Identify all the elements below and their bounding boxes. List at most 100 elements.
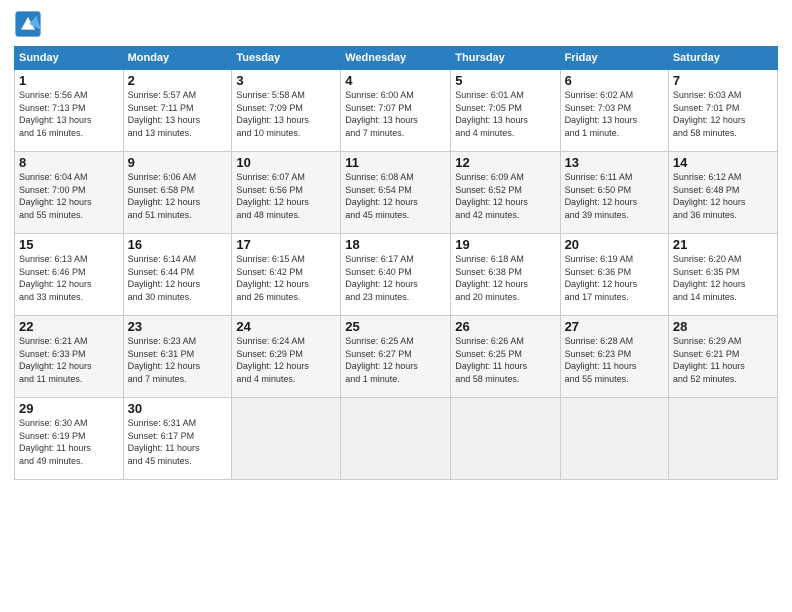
day-info: Sunrise: 6:02 AM Sunset: 7:03 PM Dayligh…: [565, 89, 664, 139]
day-number: 16: [128, 237, 228, 252]
day-number: 6: [565, 73, 664, 88]
day-number: 4: [345, 73, 446, 88]
day-cell: 4Sunrise: 6:00 AM Sunset: 7:07 PM Daylig…: [341, 70, 451, 152]
day-cell: 24Sunrise: 6:24 AM Sunset: 6:29 PM Dayli…: [232, 316, 341, 398]
day-cell: [560, 398, 668, 480]
col-header-sunday: Sunday: [15, 47, 124, 70]
page-container: SundayMondayTuesdayWednesdayThursdayFrid…: [0, 0, 792, 490]
day-number: 13: [565, 155, 664, 170]
day-cell: [341, 398, 451, 480]
day-cell: 30Sunrise: 6:31 AM Sunset: 6:17 PM Dayli…: [123, 398, 232, 480]
col-header-saturday: Saturday: [668, 47, 777, 70]
day-number: 7: [673, 73, 773, 88]
day-number: 9: [128, 155, 228, 170]
day-info: Sunrise: 6:06 AM Sunset: 6:58 PM Dayligh…: [128, 171, 228, 221]
calendar-header-row: SundayMondayTuesdayWednesdayThursdayFrid…: [15, 47, 778, 70]
day-cell: [232, 398, 341, 480]
day-info: Sunrise: 6:08 AM Sunset: 6:54 PM Dayligh…: [345, 171, 446, 221]
day-cell: 28Sunrise: 6:29 AM Sunset: 6:21 PM Dayli…: [668, 316, 777, 398]
day-info: Sunrise: 6:18 AM Sunset: 6:38 PM Dayligh…: [455, 253, 555, 303]
day-number: 11: [345, 155, 446, 170]
week-row-5: 29Sunrise: 6:30 AM Sunset: 6:19 PM Dayli…: [15, 398, 778, 480]
day-number: 17: [236, 237, 336, 252]
day-info: Sunrise: 6:13 AM Sunset: 6:46 PM Dayligh…: [19, 253, 119, 303]
day-cell: 3Sunrise: 5:58 AM Sunset: 7:09 PM Daylig…: [232, 70, 341, 152]
day-cell: 7Sunrise: 6:03 AM Sunset: 7:01 PM Daylig…: [668, 70, 777, 152]
day-number: 12: [455, 155, 555, 170]
day-number: 15: [19, 237, 119, 252]
day-info: Sunrise: 6:21 AM Sunset: 6:33 PM Dayligh…: [19, 335, 119, 385]
day-info: Sunrise: 6:24 AM Sunset: 6:29 PM Dayligh…: [236, 335, 336, 385]
header: [14, 10, 778, 38]
logo-icon: [14, 10, 42, 38]
day-number: 20: [565, 237, 664, 252]
day-number: 2: [128, 73, 228, 88]
day-info: Sunrise: 6:01 AM Sunset: 7:05 PM Dayligh…: [455, 89, 555, 139]
day-info: Sunrise: 6:31 AM Sunset: 6:17 PM Dayligh…: [128, 417, 228, 467]
day-info: Sunrise: 5:58 AM Sunset: 7:09 PM Dayligh…: [236, 89, 336, 139]
day-number: 22: [19, 319, 119, 334]
day-cell: 17Sunrise: 6:15 AM Sunset: 6:42 PM Dayli…: [232, 234, 341, 316]
day-info: Sunrise: 5:57 AM Sunset: 7:11 PM Dayligh…: [128, 89, 228, 139]
day-info: Sunrise: 6:11 AM Sunset: 6:50 PM Dayligh…: [565, 171, 664, 221]
day-number: 1: [19, 73, 119, 88]
day-info: Sunrise: 6:12 AM Sunset: 6:48 PM Dayligh…: [673, 171, 773, 221]
col-header-thursday: Thursday: [451, 47, 560, 70]
day-cell: 16Sunrise: 6:14 AM Sunset: 6:44 PM Dayli…: [123, 234, 232, 316]
day-cell: 27Sunrise: 6:28 AM Sunset: 6:23 PM Dayli…: [560, 316, 668, 398]
day-info: Sunrise: 6:03 AM Sunset: 7:01 PM Dayligh…: [673, 89, 773, 139]
day-info: Sunrise: 6:17 AM Sunset: 6:40 PM Dayligh…: [345, 253, 446, 303]
day-info: Sunrise: 6:29 AM Sunset: 6:21 PM Dayligh…: [673, 335, 773, 385]
day-info: Sunrise: 5:56 AM Sunset: 7:13 PM Dayligh…: [19, 89, 119, 139]
day-number: 28: [673, 319, 773, 334]
day-number: 24: [236, 319, 336, 334]
day-cell: 23Sunrise: 6:23 AM Sunset: 6:31 PM Dayli…: [123, 316, 232, 398]
day-number: 30: [128, 401, 228, 416]
logo: [14, 10, 46, 38]
week-row-3: 15Sunrise: 6:13 AM Sunset: 6:46 PM Dayli…: [15, 234, 778, 316]
day-number: 14: [673, 155, 773, 170]
day-cell: 13Sunrise: 6:11 AM Sunset: 6:50 PM Dayli…: [560, 152, 668, 234]
day-info: Sunrise: 6:15 AM Sunset: 6:42 PM Dayligh…: [236, 253, 336, 303]
col-header-wednesday: Wednesday: [341, 47, 451, 70]
day-number: 8: [19, 155, 119, 170]
day-info: Sunrise: 6:09 AM Sunset: 6:52 PM Dayligh…: [455, 171, 555, 221]
day-cell: 25Sunrise: 6:25 AM Sunset: 6:27 PM Dayli…: [341, 316, 451, 398]
day-cell: [668, 398, 777, 480]
day-cell: 15Sunrise: 6:13 AM Sunset: 6:46 PM Dayli…: [15, 234, 124, 316]
day-cell: 26Sunrise: 6:26 AM Sunset: 6:25 PM Dayli…: [451, 316, 560, 398]
day-cell: 29Sunrise: 6:30 AM Sunset: 6:19 PM Dayli…: [15, 398, 124, 480]
week-row-2: 8Sunrise: 6:04 AM Sunset: 7:00 PM Daylig…: [15, 152, 778, 234]
day-info: Sunrise: 6:20 AM Sunset: 6:35 PM Dayligh…: [673, 253, 773, 303]
day-cell: 1Sunrise: 5:56 AM Sunset: 7:13 PM Daylig…: [15, 70, 124, 152]
day-cell: 6Sunrise: 6:02 AM Sunset: 7:03 PM Daylig…: [560, 70, 668, 152]
day-info: Sunrise: 6:04 AM Sunset: 7:00 PM Dayligh…: [19, 171, 119, 221]
day-cell: 14Sunrise: 6:12 AM Sunset: 6:48 PM Dayli…: [668, 152, 777, 234]
day-info: Sunrise: 6:28 AM Sunset: 6:23 PM Dayligh…: [565, 335, 664, 385]
day-number: 27: [565, 319, 664, 334]
week-row-4: 22Sunrise: 6:21 AM Sunset: 6:33 PM Dayli…: [15, 316, 778, 398]
col-header-monday: Monday: [123, 47, 232, 70]
day-cell: 8Sunrise: 6:04 AM Sunset: 7:00 PM Daylig…: [15, 152, 124, 234]
day-number: 21: [673, 237, 773, 252]
day-info: Sunrise: 6:07 AM Sunset: 6:56 PM Dayligh…: [236, 171, 336, 221]
day-cell: 20Sunrise: 6:19 AM Sunset: 6:36 PM Dayli…: [560, 234, 668, 316]
day-cell: [451, 398, 560, 480]
day-cell: 9Sunrise: 6:06 AM Sunset: 6:58 PM Daylig…: [123, 152, 232, 234]
day-info: Sunrise: 6:14 AM Sunset: 6:44 PM Dayligh…: [128, 253, 228, 303]
col-header-friday: Friday: [560, 47, 668, 70]
day-number: 25: [345, 319, 446, 334]
day-number: 18: [345, 237, 446, 252]
day-info: Sunrise: 6:30 AM Sunset: 6:19 PM Dayligh…: [19, 417, 119, 467]
day-cell: 2Sunrise: 5:57 AM Sunset: 7:11 PM Daylig…: [123, 70, 232, 152]
day-cell: 21Sunrise: 6:20 AM Sunset: 6:35 PM Dayli…: [668, 234, 777, 316]
day-info: Sunrise: 6:25 AM Sunset: 6:27 PM Dayligh…: [345, 335, 446, 385]
day-info: Sunrise: 6:26 AM Sunset: 6:25 PM Dayligh…: [455, 335, 555, 385]
col-header-tuesday: Tuesday: [232, 47, 341, 70]
week-row-1: 1Sunrise: 5:56 AM Sunset: 7:13 PM Daylig…: [15, 70, 778, 152]
day-info: Sunrise: 6:00 AM Sunset: 7:07 PM Dayligh…: [345, 89, 446, 139]
day-cell: 22Sunrise: 6:21 AM Sunset: 6:33 PM Dayli…: [15, 316, 124, 398]
day-cell: 5Sunrise: 6:01 AM Sunset: 7:05 PM Daylig…: [451, 70, 560, 152]
day-cell: 19Sunrise: 6:18 AM Sunset: 6:38 PM Dayli…: [451, 234, 560, 316]
day-number: 26: [455, 319, 555, 334]
